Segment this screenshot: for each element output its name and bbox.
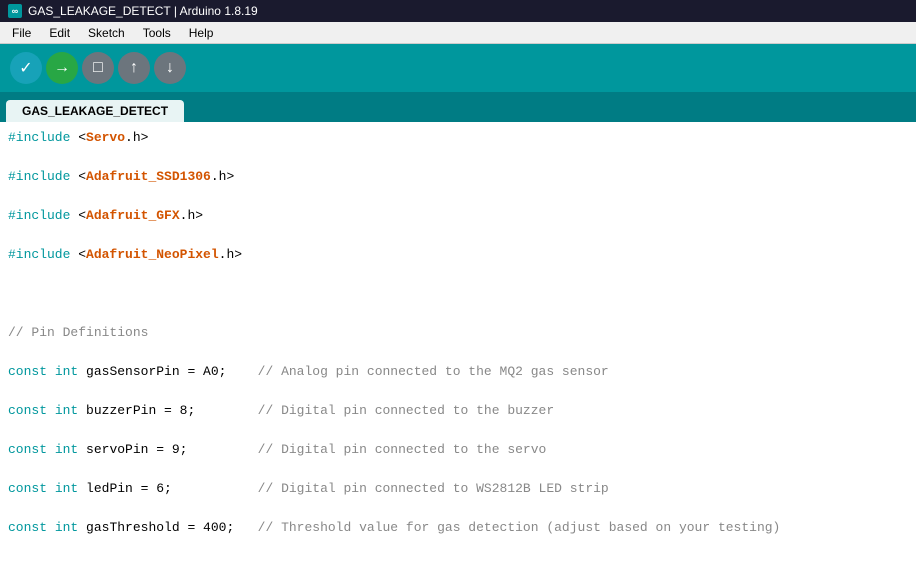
code-editor[interactable]: #include <Servo.h> #include <Adafruit_SS… (0, 122, 916, 570)
menu-help[interactable]: Help (181, 24, 222, 42)
upload-button[interactable]: → (46, 52, 78, 84)
new-button[interactable]: □ (82, 52, 114, 84)
title-bar: ∞ GAS_LEAKAGE_DETECT | Arduino 1.8.19 (0, 0, 916, 22)
editor-tab[interactable]: GAS_LEAKAGE_DETECT (6, 100, 184, 122)
window-title: GAS_LEAKAGE_DETECT | Arduino 1.8.19 (28, 4, 258, 18)
toolbar: ✓ → □ ↑ ↓ (0, 44, 916, 92)
app-icon: ∞ (8, 4, 22, 18)
menu-edit[interactable]: Edit (41, 24, 78, 42)
menu-sketch[interactable]: Sketch (80, 24, 133, 42)
verify-button[interactable]: ✓ (10, 52, 42, 84)
save-button[interactable]: ↓ (154, 52, 186, 84)
menu-tools[interactable]: Tools (135, 24, 179, 42)
menu-file[interactable]: File (4, 24, 39, 42)
menu-bar: File Edit Sketch Tools Help (0, 22, 916, 44)
tab-bar: GAS_LEAKAGE_DETECT (0, 92, 916, 122)
open-button[interactable]: ↑ (118, 52, 150, 84)
